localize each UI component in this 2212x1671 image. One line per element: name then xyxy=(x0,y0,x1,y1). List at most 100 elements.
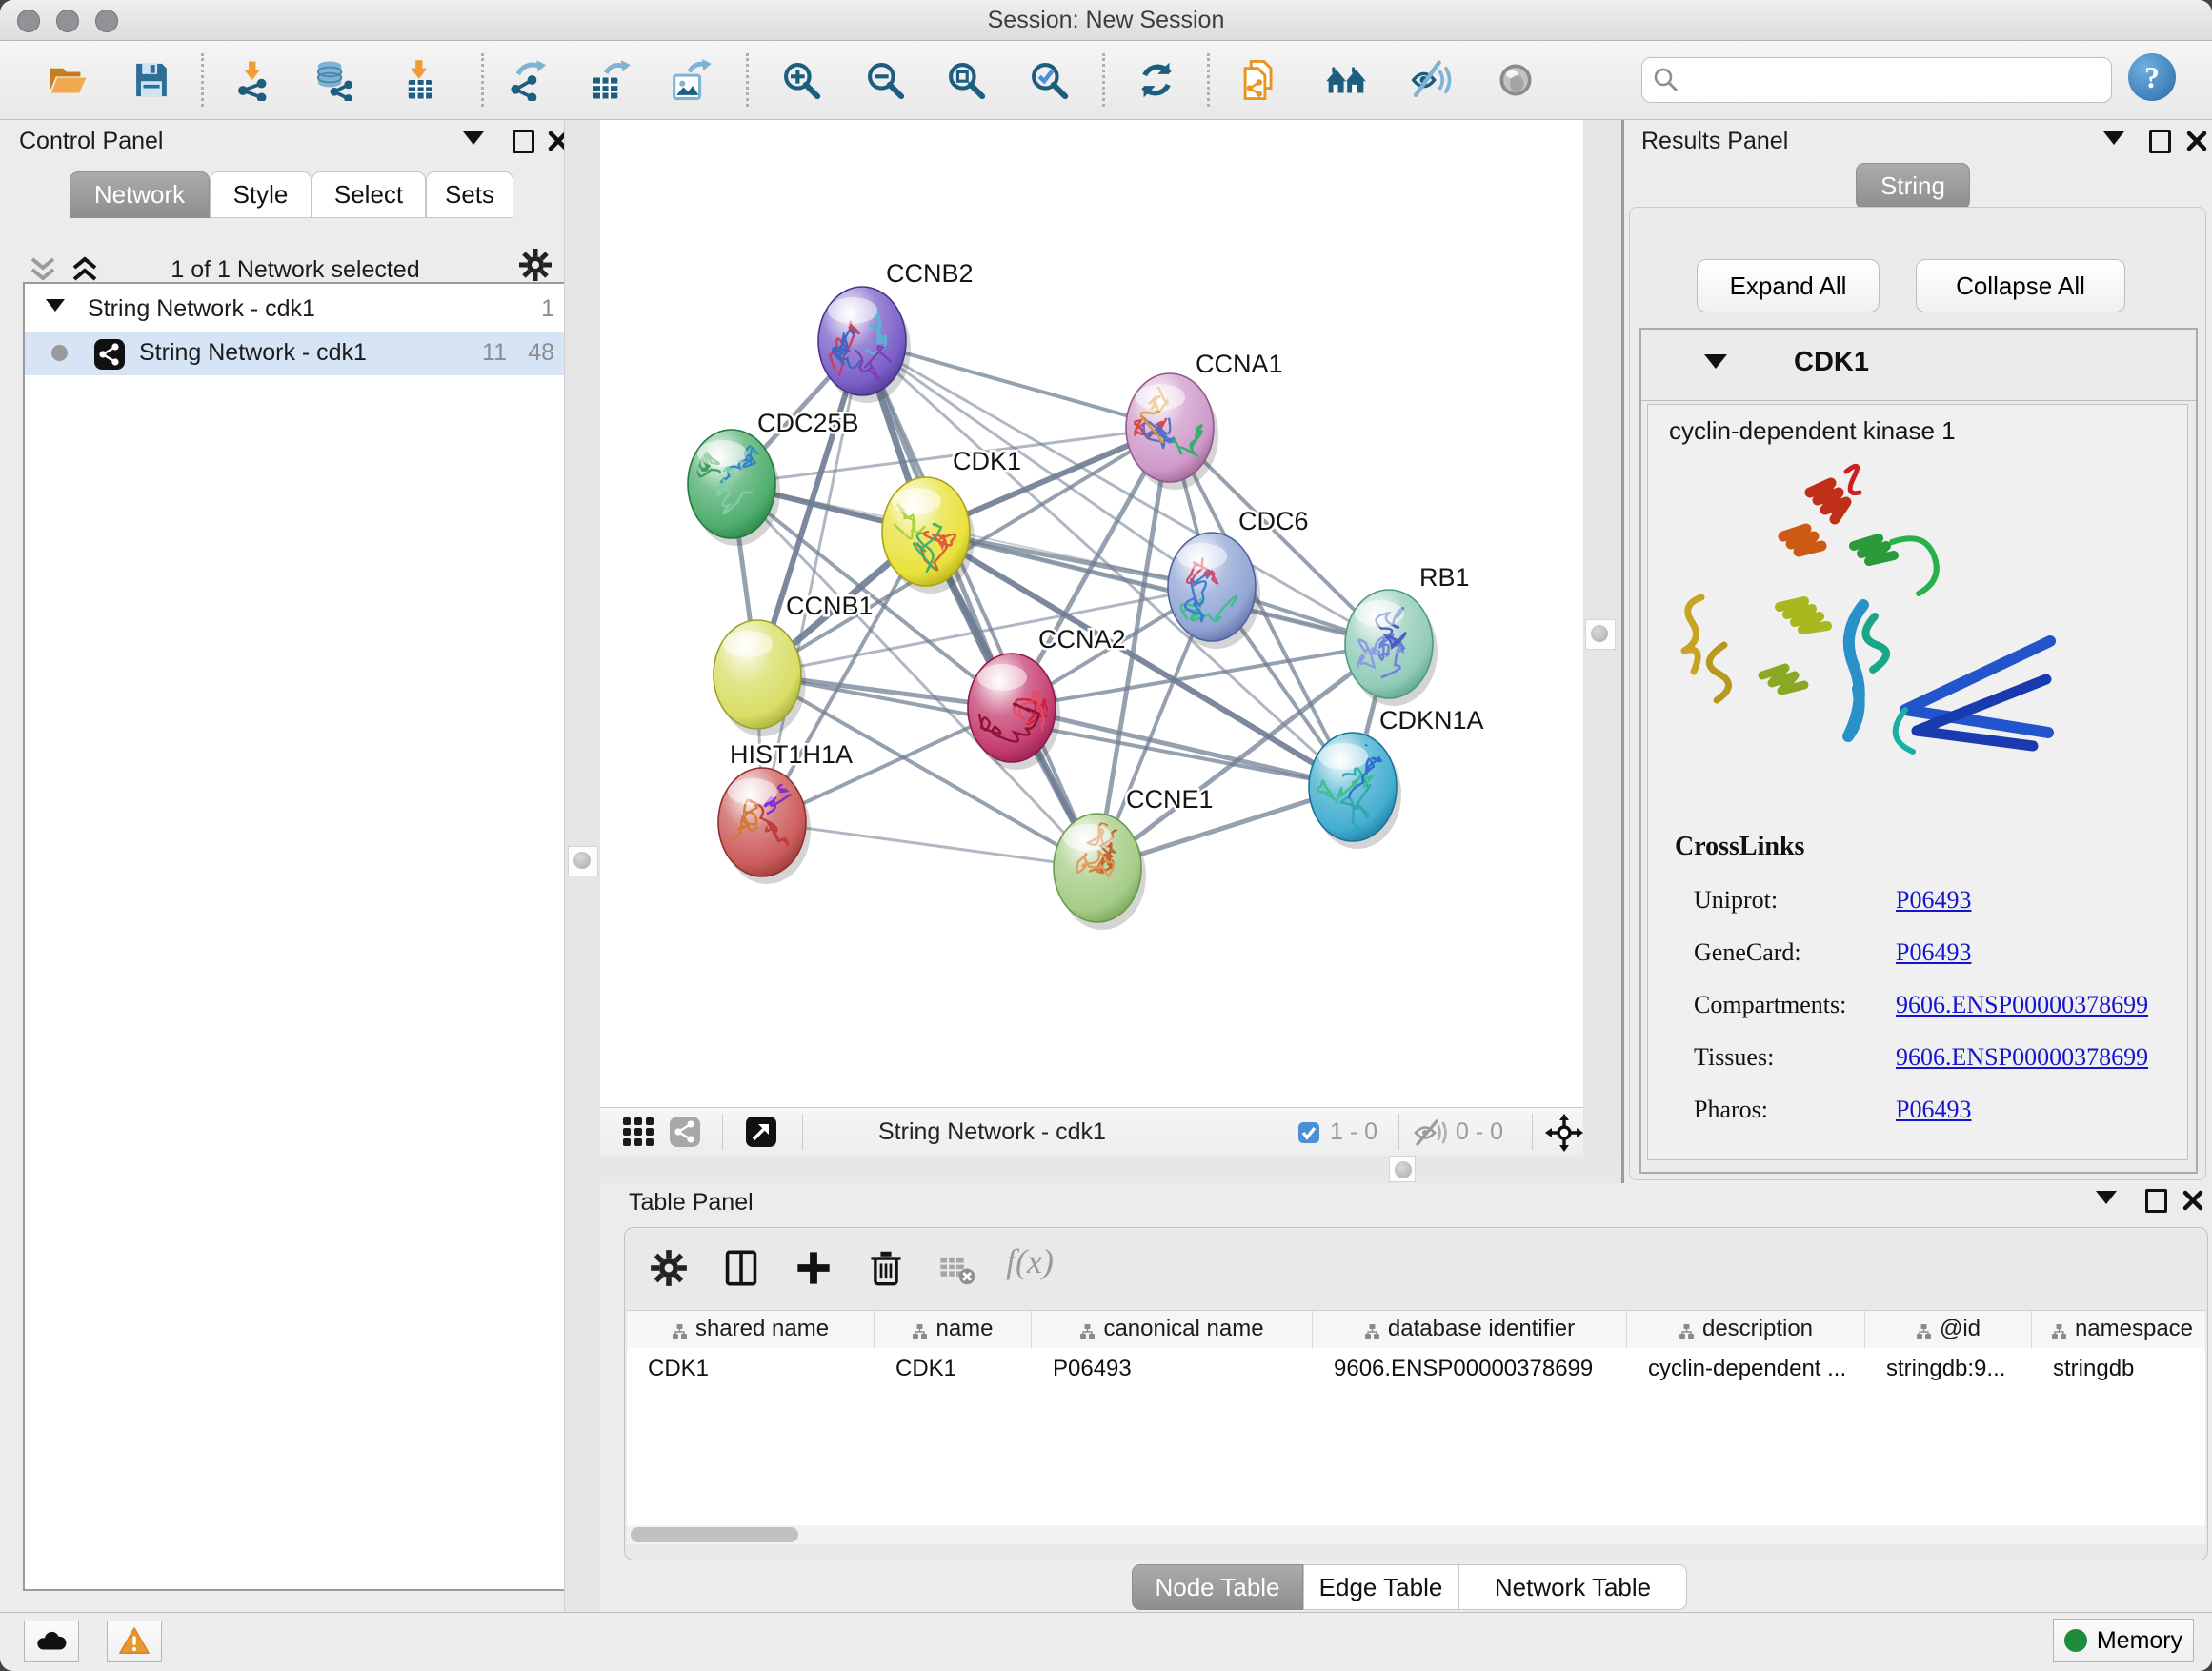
network-view-canvas[interactable]: CCNB2CCNA1CDC25BCDK1CDC6RB1CCNB1CCNA2CDK… xyxy=(600,120,1583,1107)
node-CCNB2[interactable]: CCNB2 xyxy=(818,259,974,403)
node-label-RB1: RB1 xyxy=(1419,563,1470,592)
collapse-panel-icon[interactable] xyxy=(2103,131,2128,156)
create-column-button[interactable] xyxy=(787,1241,840,1295)
table-cell[interactable]: P06493 xyxy=(1032,1348,1313,1390)
close-panel-icon[interactable] xyxy=(2182,1189,2206,1214)
tab-select[interactable]: Select xyxy=(312,171,426,218)
show-all-button[interactable] xyxy=(1488,52,1543,108)
horizontal-splitter-handle[interactable] xyxy=(1389,1156,1416,1182)
open-session-button[interactable] xyxy=(40,52,95,108)
zoom-out-button[interactable] xyxy=(857,52,913,108)
column-header-shared-name[interactable]: shared name xyxy=(627,1311,875,1349)
detach-view-icon[interactable] xyxy=(745,1116,777,1153)
column-header-namespace[interactable]: namespace xyxy=(2032,1311,2205,1349)
hide-selected-button[interactable] xyxy=(1403,52,1458,108)
edge-HIST1H1A-CCNE1[interactable] xyxy=(762,822,1097,868)
birds-eye-crosshair-icon[interactable] xyxy=(1545,1114,1583,1157)
column-header-database-identifier[interactable]: database identifier xyxy=(1313,1311,1627,1349)
import-network-file-button[interactable] xyxy=(226,52,281,108)
tab-node-table[interactable]: Node Table xyxy=(1132,1564,1303,1610)
crosslink-value-link[interactable]: P06493 xyxy=(1896,874,1971,926)
zoom-selected-button[interactable] xyxy=(1021,52,1076,108)
node-CCNA1[interactable]: CCNA1 xyxy=(1126,350,1283,490)
zoom-fit-button[interactable] xyxy=(938,52,994,108)
tab-network-table[interactable]: Network Table xyxy=(1458,1564,1687,1610)
scrollbar-thumb[interactable] xyxy=(631,1527,798,1542)
first-neighbors-button[interactable] xyxy=(1233,52,1288,108)
collapse-all-button[interactable]: Collapse All xyxy=(1916,259,2125,312)
grid-view-icon[interactable] xyxy=(621,1117,655,1154)
export-network-button[interactable] xyxy=(502,52,557,108)
tab-network[interactable]: Network xyxy=(70,171,210,218)
network-view-share-icon[interactable] xyxy=(669,1116,701,1153)
apply-layout-button[interactable] xyxy=(1129,52,1184,108)
crosslink-value-link[interactable]: 9606.ENSP00000378699 xyxy=(1896,1031,2148,1083)
tab-string[interactable]: String xyxy=(1856,163,1970,210)
protein-section-header[interactable]: CDK1 xyxy=(1641,330,2196,401)
crosslink-value-link[interactable]: P06493 xyxy=(1896,1083,1971,1136)
export-image-button[interactable] xyxy=(664,52,719,108)
column-header-description[interactable]: description xyxy=(1627,1311,1865,1349)
node-CDKN1A[interactable]: CDKN1A xyxy=(1309,706,1484,849)
memory-button[interactable]: Memory xyxy=(2053,1619,2194,1662)
show-columns-button[interactable] xyxy=(714,1241,768,1295)
export-table-button[interactable] xyxy=(583,52,638,108)
table-row[interactable]: CDK1CDK1P064939606.ENSP00000378699cyclin… xyxy=(627,1348,2205,1390)
search-input[interactable] xyxy=(1686,62,2100,96)
table-cell[interactable]: CDK1 xyxy=(875,1348,1032,1390)
import-network-database-button[interactable] xyxy=(307,52,362,108)
network-options-gear-icon[interactable] xyxy=(518,248,553,287)
float-panel-icon[interactable] xyxy=(2145,1189,2170,1214)
network-row-selected[interactable]: String Network - cdk1 11 48 xyxy=(25,332,568,375)
float-panel-icon[interactable] xyxy=(513,130,537,154)
table-cell[interactable]: stringdb xyxy=(2032,1348,2205,1390)
left-splitter[interactable] xyxy=(564,120,601,1612)
column-header-canonical-name[interactable]: canonical name xyxy=(1032,1311,1313,1349)
tab-edge-table[interactable]: Edge Table xyxy=(1303,1564,1458,1610)
table-settings-button[interactable] xyxy=(642,1241,695,1295)
table-cell[interactable]: stringdb:9... xyxy=(1865,1348,2032,1390)
table-cell[interactable]: cyclin-dependent ... xyxy=(1627,1348,1865,1390)
crosslink-value-link[interactable]: 9606.ENSP00000378699 xyxy=(1896,978,2148,1031)
delete-column-button[interactable] xyxy=(859,1241,913,1295)
network-collection-row[interactable]: String Network - cdk1 1 xyxy=(25,288,568,332)
tab-sets[interactable]: Sets xyxy=(426,171,513,218)
graphics-details-button[interactable] xyxy=(1318,52,1374,108)
table-delete-icon xyxy=(935,1249,977,1287)
table-horizontal-scrollbar[interactable] xyxy=(627,1525,2205,1544)
hidden-eye-slash-icon[interactable] xyxy=(1412,1119,1450,1151)
save-session-button[interactable] xyxy=(124,52,179,108)
node-RB1[interactable]: RB1 xyxy=(1345,563,1470,706)
column-header-name[interactable]: name xyxy=(875,1311,1032,1349)
collapse-panel-icon[interactable] xyxy=(463,131,488,156)
node-CCNE1[interactable]: CCNE1 xyxy=(1054,785,1214,930)
right-splitter-handle[interactable] xyxy=(1585,619,1616,650)
node-HIST1H1A[interactable]: HIST1H1A xyxy=(718,740,853,884)
table-header-row[interactable]: shared namenamecanonical namedatabase id… xyxy=(627,1310,2205,1350)
section-expander-icon[interactable] xyxy=(1704,354,1727,369)
help-button[interactable]: ? xyxy=(2128,53,2176,101)
table-cell[interactable]: 9606.ENSP00000378699 xyxy=(1313,1348,1627,1390)
column-header--id[interactable]: @id xyxy=(1865,1311,2032,1349)
tree-expander-icon[interactable] xyxy=(46,299,65,312)
warnings-button[interactable] xyxy=(107,1621,162,1662)
selected-checkbox-icon[interactable] xyxy=(1297,1121,1320,1149)
node-CCNA2[interactable]: CCNA2 xyxy=(968,625,1126,770)
zoom-in-button[interactable] xyxy=(774,52,829,108)
tab-style[interactable]: Style xyxy=(210,171,312,218)
table-cell[interactable]: CDK1 xyxy=(627,1348,875,1390)
delete-table-button[interactable] xyxy=(930,1241,983,1295)
crosslink-value-link[interactable]: P06493 xyxy=(1896,926,1971,978)
float-panel-icon[interactable] xyxy=(2149,130,2174,154)
cloud-status-button[interactable] xyxy=(24,1621,79,1662)
equation-builder-icon[interactable]: f(x) xyxy=(1006,1241,1054,1281)
left-splitter-handle[interactable] xyxy=(568,846,598,876)
close-panel-icon[interactable] xyxy=(2185,130,2210,154)
table-body[interactable]: CDK1CDK1P064939606.ENSP00000378699cyclin… xyxy=(627,1348,2205,1544)
expand-all-button[interactable]: Expand All xyxy=(1697,259,1880,312)
import-table-button[interactable] xyxy=(392,52,448,108)
horizontal-splitter[interactable] xyxy=(600,1155,1621,1183)
edge-CCNA2-CDKN1A[interactable] xyxy=(1012,708,1353,787)
collapse-panel-icon[interactable] xyxy=(2096,1191,2121,1216)
edge-CCNB2-CCNE1[interactable] xyxy=(862,341,1097,868)
